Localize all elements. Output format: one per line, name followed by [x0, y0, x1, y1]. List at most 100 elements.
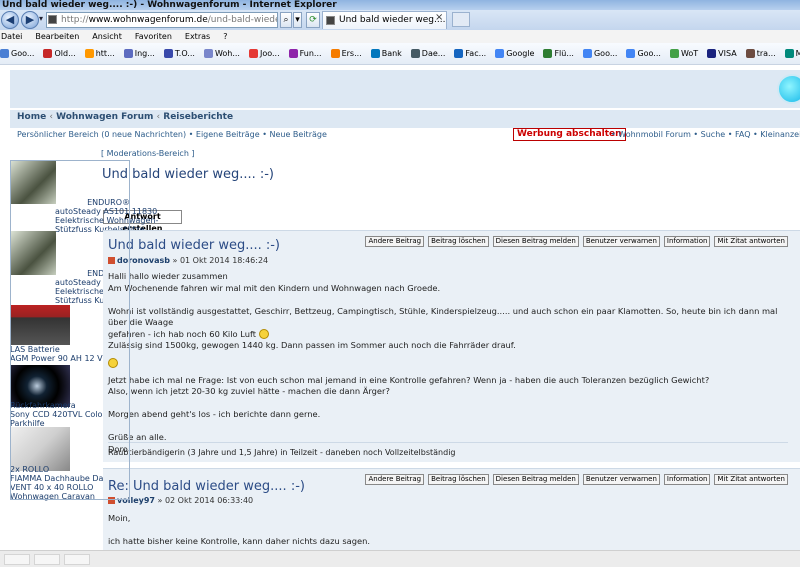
- post-action-button[interactable]: Andere Beitrag: [365, 236, 425, 247]
- post-paragraph: ich hatte bisher keine Kontrolle, kann d…: [108, 536, 798, 548]
- bookmark-label: Fac...: [465, 49, 487, 58]
- bookmark-item[interactable]: Bank: [370, 43, 402, 64]
- bookmark-item[interactable]: tra...: [745, 43, 776, 64]
- post-line: Morgen abend geht's los - ich berichte d…: [108, 409, 321, 419]
- post-action-button[interactable]: Benutzer verwarnen: [582, 474, 660, 485]
- ad-column: [10, 160, 130, 500]
- post-paragraph: Halli hallo wieder zusammen Am Wochenende…: [108, 271, 798, 294]
- bookmark-icon: [454, 49, 464, 58]
- bookmark-item[interactable]: T.O...: [163, 43, 195, 64]
- menu-item[interactable]: Favoriten: [135, 32, 172, 41]
- bookmark-icon: [495, 49, 505, 58]
- post-action-button[interactable]: Mit Zitat antworten: [714, 236, 788, 247]
- refresh-icon[interactable]: ⟳: [306, 12, 320, 28]
- breadcrumb-home[interactable]: Home: [17, 112, 46, 122]
- bookmark-item[interactable]: Ers...: [330, 43, 362, 64]
- bookmark-item[interactable]: Woh...: [203, 43, 240, 64]
- bookmark-label: Old...: [54, 49, 76, 58]
- dropdown-icon[interactable]: ▾: [293, 12, 302, 28]
- close-tab-icon[interactable]: ×: [435, 12, 443, 23]
- bookmark-icon: [330, 49, 340, 58]
- bookmark-item[interactable]: Goo...: [0, 43, 35, 64]
- status-bar: [0, 550, 800, 567]
- bookmark-item[interactable]: VISA: [707, 43, 737, 64]
- bookmark-label: Goo...: [593, 49, 618, 58]
- post-action-button[interactable]: Benutzer verwarnen: [582, 236, 660, 247]
- window-title: Und bald wieder weg.... :-) - Wohnwagenf…: [0, 0, 800, 10]
- url-prefix: http://: [61, 15, 89, 25]
- menu-item[interactable]: Ansicht: [92, 32, 122, 41]
- bookmark-item[interactable]: Flü...: [543, 43, 574, 64]
- web-page: Home ‹ Wohnwagen Forum ‹ Reiseberichte P…: [0, 65, 800, 550]
- bookmark-item[interactable]: Old...: [43, 43, 76, 64]
- post-title[interactable]: Re: Und bald wieder weg.... :-): [108, 479, 305, 494]
- back-icon[interactable]: ◀: [1, 11, 19, 29]
- breadcrumb: Home ‹ Wohnwagen Forum ‹ Reiseberichte: [17, 112, 233, 122]
- bookmark-item[interactable]: Mit...: [784, 43, 800, 64]
- bookmark-item[interactable]: Google: [495, 43, 535, 64]
- bookmark-item[interactable]: Goo...: [626, 43, 661, 64]
- post-action-button[interactable]: Information: [663, 236, 711, 247]
- bookmark-label: Google: [506, 49, 535, 58]
- menu-item[interactable]: Datei: [1, 32, 22, 41]
- bookmark-label: Goo...: [11, 49, 35, 58]
- post-line: ich hatte bisher keine Kontrolle, kann d…: [108, 536, 371, 546]
- post-title[interactable]: Und bald wieder weg.... :-): [108, 238, 280, 253]
- post-action-button[interactable]: Information: [663, 474, 711, 485]
- bookmark-icon: [203, 49, 213, 58]
- breadcrumb-separator: ‹: [156, 112, 161, 122]
- address-bar[interactable]: http://www.wohnwagenforum.de/und-bald-wi…: [46, 12, 278, 28]
- moderation-link[interactable]: [ Moderations-Bereich ]: [101, 149, 195, 158]
- post-paragraph: Wohni ist vollständig ausgestattet, Gesc…: [108, 306, 798, 352]
- site-banner: [10, 70, 800, 108]
- tab-active[interactable]: Und bald wieder weg.... :-): [322, 11, 447, 29]
- menu-item[interactable]: Extras: [185, 32, 210, 41]
- post-action-button[interactable]: Beitrag löschen: [428, 474, 489, 485]
- post-action-button[interactable]: Andere Beitrag: [365, 474, 425, 485]
- post-action-button[interactable]: Diesen Beitrag melden: [492, 236, 579, 247]
- post-body: Moin, ich hatte bisher keine Kontrolle, k…: [108, 513, 798, 550]
- post-action-button[interactable]: Diesen Beitrag melden: [492, 474, 579, 485]
- breadcrumb-section[interactable]: Reiseberichte: [163, 112, 233, 122]
- bookmark-item[interactable]: Dae...: [410, 43, 445, 64]
- post-actions: Andere Beitrag Beitrag löschen Diesen Beit…: [361, 471, 788, 485]
- bookmark-item[interactable]: Ing...: [123, 43, 155, 64]
- post-paragraph: Moin,: [108, 513, 798, 525]
- bookmark-icon: [0, 49, 9, 58]
- post-action-button[interactable]: Beitrag löschen: [428, 236, 489, 247]
- bookmark-item[interactable]: WoT: [669, 43, 699, 64]
- menu-item[interactable]: ?: [223, 32, 227, 41]
- post-actions: Andere Beitrag Beitrag löschen Diesen Beit…: [361, 233, 788, 247]
- bookmark-item[interactable]: Fac...: [454, 43, 487, 64]
- werbung-abschalten-button[interactable]: Werbung abschalten: [513, 128, 626, 141]
- history-dropdown-icon[interactable]: ▾: [39, 14, 43, 23]
- status-segment: [34, 554, 60, 565]
- search-icon[interactable]: ⌕: [280, 12, 292, 28]
- post-line: Jetzt habe ich mal ne Frage: Ist von euc…: [108, 374, 710, 385]
- site-logo[interactable]: [777, 74, 800, 104]
- post-paragraph: Morgen abend geht's los - ich berichte d…: [108, 409, 798, 421]
- bookmark-label: WoT: [680, 49, 699, 58]
- breadcrumb-forum[interactable]: Wohnwagen Forum: [56, 112, 153, 122]
- bookmark-label: Joo...: [259, 49, 280, 58]
- forum-links[interactable]: • Wohnmobil Forum • Suche • FAQ • Kleina…: [611, 130, 800, 139]
- bookmark-icon: [248, 49, 258, 58]
- post-action-button[interactable]: Mit Zitat antworten: [714, 474, 788, 485]
- bookmark-icon: [543, 49, 553, 58]
- status-segment: [64, 554, 90, 565]
- forward-icon[interactable]: ▶: [21, 11, 39, 29]
- bookmark-item[interactable]: Fun...: [288, 43, 322, 64]
- post-date: » 01 Okt 2014 18:46:24: [172, 256, 269, 265]
- favorites-bar: Goo... Old... htt... Ing... T.O... Woh... Joo.…: [0, 43, 800, 65]
- bookmark-item[interactable]: htt...: [84, 43, 115, 64]
- bookmark-item[interactable]: Goo...: [582, 43, 618, 64]
- bookmark-item[interactable]: Joo...: [248, 43, 280, 64]
- bookmark-label: Mit...: [796, 49, 800, 58]
- bookmark-label: Ing...: [134, 49, 155, 58]
- post-date: » 02 Okt 2014 06:33:40: [157, 496, 254, 505]
- post-line: Also, wenn ich jetzt 20-30 kg zuviel hät…: [108, 386, 390, 396]
- post-paragraph: Jetzt habe ich mal ne Frage: Ist von euc…: [108, 375, 798, 398]
- menu-item[interactable]: Bearbeiten: [35, 32, 79, 41]
- bookmark-icon: [123, 49, 133, 58]
- new-tab-button[interactable]: [452, 12, 470, 27]
